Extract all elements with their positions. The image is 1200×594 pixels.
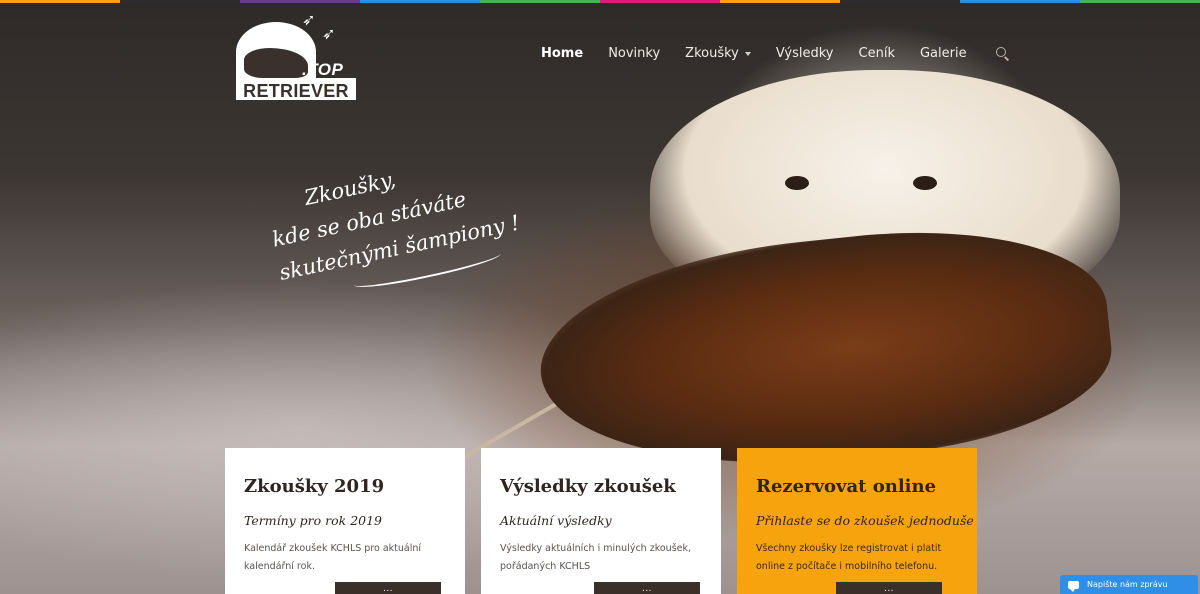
chat-bubble-icon — [1068, 580, 1079, 592]
card-title: Rezervovat online — [756, 476, 937, 497]
color-strip-segment — [720, 0, 840, 3]
site-logo[interactable]: ➶ ➶ .TOP RETRIEVER — [236, 10, 358, 101]
color-strip-segment — [120, 0, 240, 3]
card-subtitle: Přihlaste se do zkoušek jednoduše — [756, 513, 974, 528]
card-rezervovat: Rezervovat online Přihlaste se do zkouše… — [737, 448, 977, 594]
nav-item-label: Galerie — [919, 46, 967, 61]
nav-item-galerie[interactable]: Galerie — [920, 46, 967, 61]
color-strip-segment — [960, 0, 1080, 3]
main-nav: Home Novinky Zkoušky Výsledky Ceník Gale… — [541, 46, 1010, 61]
nav-item-label: Home — [541, 46, 584, 61]
hero-dog-eye-right — [913, 176, 937, 190]
card-button[interactable]: ... — [335, 582, 441, 594]
nav-item-label: Zkoušky — [685, 46, 739, 61]
logo-duck-icon: ➶ — [322, 24, 336, 43]
chat-widget-button[interactable]: Napište nám zprávu — [1060, 575, 1198, 594]
color-strip-segment — [840, 0, 960, 3]
logo-top-word: .TOP — [302, 60, 344, 79]
logo-duck-icon: ➶ — [302, 10, 316, 29]
color-strip-segment — [0, 0, 120, 3]
nav-item-label: Ceník — [858, 46, 895, 61]
card-title: Zkoušky 2019 — [244, 476, 385, 497]
card-subtitle: Aktuální výsledky — [500, 513, 612, 528]
nav-item-label: Novinky — [608, 46, 661, 61]
color-strip-segment — [480, 0, 600, 3]
card-description: Všechny zkoušky lze registrovat i platit… — [756, 543, 942, 572]
card-description: Kalendář zkoušek KCHLS pro aktuální kale… — [244, 543, 422, 572]
nav-item-zkousky[interactable]: Zkoušky — [685, 46, 751, 61]
top-color-strip — [0, 0, 1200, 3]
card-description: Výsledky aktuálních i minulých zkoušek, … — [500, 543, 692, 572]
nav-item-home[interactable]: Home — [541, 46, 583, 61]
card-zkousky: Zkoušky 2019 Termíny pro rok 2019 Kalend… — [225, 448, 465, 594]
chevron-down-icon — [744, 51, 751, 56]
card-button[interactable]: ... — [836, 582, 942, 594]
logo-retriever-word: RETRIEVER — [236, 78, 356, 101]
nav-item-novinky[interactable]: Novinky — [608, 46, 660, 61]
nav-item-vysledky[interactable]: Výsledky — [776, 46, 834, 61]
nav-item-cenik[interactable]: Ceník — [859, 46, 895, 61]
card-subtitle: Termíny pro rok 2019 — [244, 513, 383, 528]
color-strip-segment — [600, 0, 720, 3]
card-vysledky: Výsledky zkoušek Aktuální výsledky Výsle… — [481, 448, 721, 594]
card-title: Výsledky zkoušek — [500, 476, 676, 497]
hero-dog-eye-left — [785, 176, 809, 190]
color-strip-segment — [240, 0, 360, 3]
nav-item-label: Výsledky — [775, 46, 834, 61]
card-button[interactable]: ... — [594, 582, 700, 594]
chat-label: Napište nám zprávu — [1087, 580, 1168, 589]
color-strip-segment — [360, 0, 480, 3]
color-strip-segment — [1080, 0, 1200, 3]
search-icon[interactable] — [995, 46, 1010, 61]
